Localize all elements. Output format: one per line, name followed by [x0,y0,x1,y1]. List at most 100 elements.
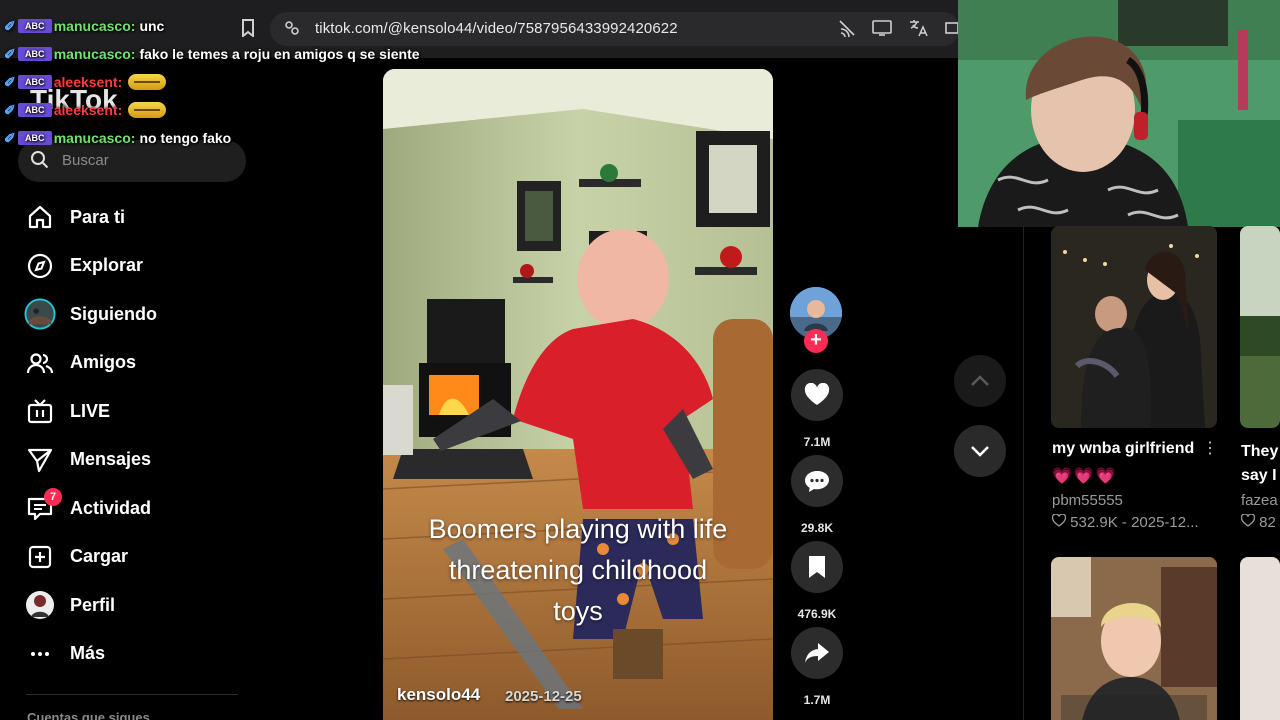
video-date: 2025-12-25 [505,688,582,705]
sub-badge-icon: ABC [17,75,52,89]
chat-message: ✐ ABC aleeksent: [4,68,444,96]
recommended-video-thumbnail[interactable] [1051,226,1217,428]
recommended-like-count: 532.9K [1070,514,1118,531]
sidebar-item-label: Cargar [70,546,129,567]
heart-icon [791,369,843,421]
heart-outline-icon [1240,513,1256,527]
recommended-video-thumbnail[interactable] [1240,226,1280,428]
sub-badge-icon: ABC [17,131,52,145]
comment-button[interactable]: 29.8K [791,455,843,535]
sidebar-item-explorar[interactable]: Explorar [0,242,260,291]
more-icon [24,638,56,670]
wrench-badge-icon: ✐ [4,101,16,118]
sidebar-item-actividad[interactable]: 7 Actividad [0,484,260,533]
share-button[interactable]: 1.7M [791,627,843,707]
recommended-username[interactable]: pbm55555 [1052,492,1123,509]
chat-message: ✐ ABC manucasco: unc [4,17,165,35]
sidebar-item-label: Para ti [70,206,126,227]
chat-message: ✐ ABC manucasco: no tengo fako [4,129,232,147]
chat-text: no tengo fako [139,130,232,146]
chat-text: unc [139,18,165,34]
chat-text: fako le temes a roju en amigos q se sien… [139,46,420,62]
chat-username: manucasco [53,46,131,62]
sub-badge-icon: ABC [17,47,52,61]
follow-plus-icon[interactable]: + [804,329,828,353]
chat-message: ✐ ABC manucasco: fako le temes a roju en … [4,45,420,63]
recommended-username[interactable]: fazea [1241,492,1278,509]
sidebar-item-label: LIVE [70,400,111,421]
following-accounts-header: Cuentas que sigues [27,710,150,720]
sidebar-item-mensajes[interactable]: Mensajes [0,436,260,485]
chat-username: aleeksent [53,74,118,90]
recommended-video-thumbnail[interactable] [1240,557,1280,720]
recommended-title[interactable]: my wnba girlfriend [1052,440,1194,458]
wrench-badge-icon: ✐ [4,17,16,34]
heart-outline-icon [1051,513,1067,527]
notification-badge: 7 [44,488,62,507]
live-icon [24,395,56,427]
sidebar-item-label: Explorar [70,255,144,276]
recommended-emoji: 💗💗💗 [1052,468,1118,485]
sidebar-item-label: Más [70,643,106,664]
next-video-button[interactable] [954,425,1006,477]
caption-line: toys [553,596,603,626]
save-button[interactable]: 476.9K [791,541,843,621]
comment-icon [791,455,843,507]
sidebar-item-para-ti[interactable]: Para ti [0,193,260,242]
title-line: say I [1241,467,1277,484]
video-author[interactable]: kensolo44 [397,685,480,705]
chevron-up-icon [971,375,989,386]
recommended-title[interactable]: They say I [1241,440,1278,488]
friends-icon [24,347,56,379]
sidebar-item-label: Siguiendo [70,303,157,324]
streamer-webcam [958,0,1280,227]
grimace-emote [128,74,167,90]
sidebar-divider [26,694,238,695]
search-placeholder: Buscar [62,152,109,169]
sidebar-item-live[interactable]: LIVE [0,387,260,436]
chat-username: manucasco [53,18,131,34]
sub-badge-icon: ABC [17,103,52,117]
translate-icon[interactable] [908,19,928,39]
messages-icon [24,444,56,476]
bookmark-icon [791,541,843,593]
grimace-emote [128,102,167,118]
compass-icon [24,250,56,282]
recommended-video-thumbnail[interactable] [1051,557,1217,720]
sidebar-item-mas[interactable]: Más [0,630,260,679]
sidebar-item-label: Actividad [70,497,152,518]
wrench-badge-icon: ✐ [4,73,16,90]
sidebar-item-label: Amigos [70,352,137,373]
video-player[interactable]: Boomers playing with life threatening ch… [383,69,773,720]
recommended-like-count: 82 [1259,514,1276,531]
recommended-date: 2025-12... [1131,514,1199,531]
share-count: 1.7M [803,693,831,707]
like-button[interactable]: 7.1M [791,369,843,449]
like-count: 7.1M [803,435,831,449]
upload-icon [24,541,56,573]
video-caption: Boomers playing with life threatening ch… [383,509,773,632]
sidebar-nav: Para ti Explorar Siguiendo Amigos LIVE M… [0,193,260,678]
chat-username: manucasco [53,130,131,146]
sidebar-item-amigos[interactable]: Amigos [0,339,260,388]
chat-message: ✐ ABC aleeksent: [4,96,444,124]
recommended-meta: 532.9K - 2025-12... [1051,513,1199,531]
comment-count: 29.8K [800,521,834,535]
sidebar-item-siguiendo[interactable]: Siguiendo [0,290,260,339]
sidebar-item-cargar[interactable]: Cargar [0,533,260,582]
share-icon [791,627,843,679]
sidebar-item-perfil[interactable]: Perfil [0,581,260,630]
title-line: They [1241,443,1279,460]
sidebar-item-label: Mensajes [70,449,152,470]
stream-chat-overlay: ✐ ABC manucasco: unc ✐ ABC manucasco: fako… [4,12,444,152]
no-cast-icon[interactable] [837,19,857,39]
wrench-badge-icon: ✐ [4,129,16,146]
install-app-icon[interactable] [872,19,892,39]
previous-video-button[interactable] [954,355,1006,407]
chat-username: aleeksent [53,102,118,118]
more-options-icon[interactable]: ⋮ [1202,438,1218,458]
chevron-down-icon [971,446,989,457]
column-divider [1023,226,1024,720]
recommended-meta: 82 [1240,513,1276,531]
activity-icon: 7 [24,488,62,524]
